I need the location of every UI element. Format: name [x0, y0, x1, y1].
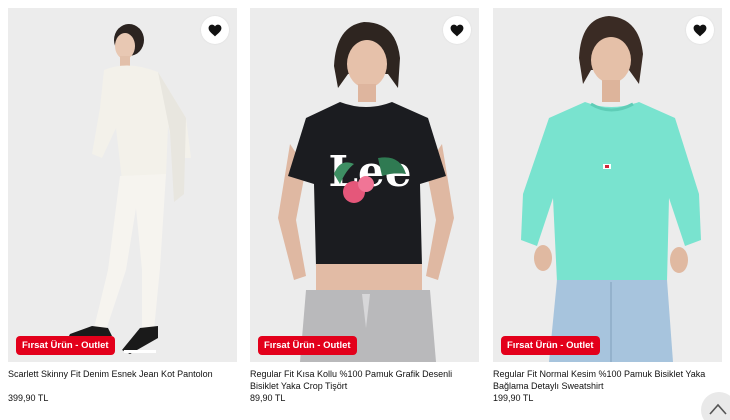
favorite-button[interactable]: [443, 16, 471, 44]
product-photo-woman-mint-sweatshirt: [493, 8, 722, 362]
favorite-button[interactable]: [201, 16, 229, 44]
heart-icon: [450, 24, 464, 36]
product-title[interactable]: Regular Fit Normal Kesim %100 Pamuk Bisi…: [493, 369, 715, 392]
chevron-up-icon: [709, 403, 727, 415]
product-card[interactable]: Lee Fırsat Ürün - Outlet Regular Fit Kıs…: [250, 8, 479, 412]
product-price: 89,90 TL: [250, 393, 286, 403]
product-price: 399,90 TL: [8, 393, 49, 403]
product-photo-woman-black-tee: Lee: [250, 8, 479, 362]
outlet-badge: Fırsat Ürün - Outlet: [258, 336, 357, 355]
product-image[interactable]: Lee Fırsat Ürün - Outlet: [250, 8, 479, 362]
product-image[interactable]: Fırsat Ürün - Outlet: [493, 8, 722, 362]
product-card[interactable]: Fırsat Ürün - Outlet Regular Fit Normal …: [493, 8, 722, 412]
product-grid: Fırsat Ürün - Outlet Scarlett Skinny Fit…: [0, 0, 730, 420]
product-title[interactable]: Regular Fit Kısa Kollu %100 Pamuk Grafik…: [250, 369, 472, 392]
product-photo-woman-white-outfit: [8, 8, 237, 362]
product-card[interactable]: Fırsat Ürün - Outlet Scarlett Skinny Fit…: [8, 8, 237, 412]
outlet-badge: Fırsat Ürün - Outlet: [16, 336, 115, 355]
outlet-badge: Fırsat Ürün - Outlet: [501, 336, 600, 355]
heart-icon: [208, 24, 222, 36]
favorite-button[interactable]: [686, 16, 714, 44]
heart-icon: [693, 24, 707, 36]
product-title[interactable]: Scarlett Skinny Fit Denim Esnek Jean Kot…: [8, 369, 230, 381]
product-image[interactable]: Fırsat Ürün - Outlet: [8, 8, 237, 362]
product-price: 199,90 TL: [493, 393, 534, 403]
